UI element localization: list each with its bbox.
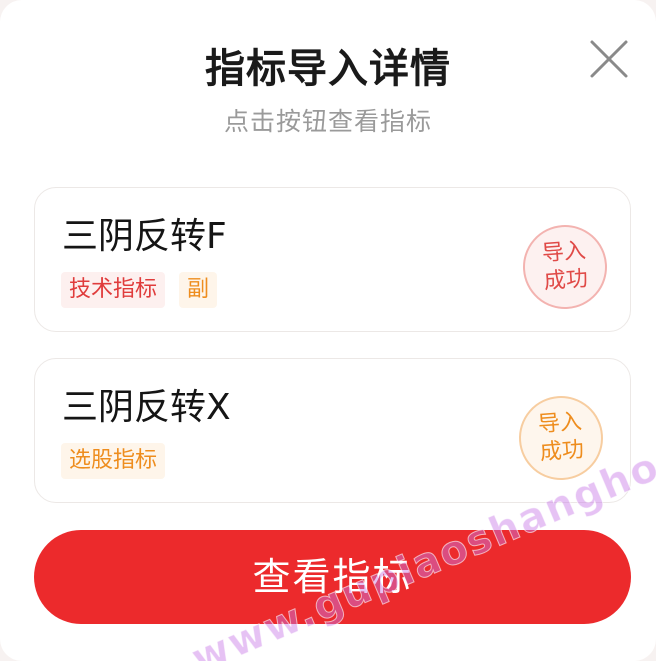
stamp-line-1: 导入 bbox=[537, 409, 583, 438]
import-details-dialog: 指标导入详情 点击按钮查看指标 三阴反转F 技术指标 副 导入 成功 三阴反转X… bbox=[0, 0, 656, 661]
close-icon[interactable] bbox=[588, 38, 630, 80]
import-success-stamp: 导入 成功 bbox=[516, 393, 606, 483]
stamp-line-2: 成功 bbox=[539, 437, 585, 466]
indicator-card: 三阴反转F 技术指标 副 导入 成功 bbox=[34, 187, 631, 332]
indicator-name: 三阴反转F bbox=[62, 216, 227, 257]
dialog-title: 指标导入详情 bbox=[205, 46, 451, 92]
import-success-stamp: 导入 成功 bbox=[520, 222, 610, 312]
stamp-line-2: 成功 bbox=[543, 266, 589, 295]
indicator-position-tag: 副 bbox=[179, 272, 218, 308]
indicator-tags: 选股指标 bbox=[61, 443, 166, 479]
stamp-line-1: 导入 bbox=[541, 238, 587, 267]
indicator-card: 三阴反转X 选股指标 导入 成功 bbox=[34, 358, 631, 503]
view-indicators-button[interactable]: 查看指标 bbox=[34, 530, 631, 624]
indicator-type-tag: 选股指标 bbox=[61, 443, 166, 479]
indicator-tags: 技术指标 副 bbox=[61, 272, 218, 308]
dialog-subtitle: 点击按钮查看指标 bbox=[223, 107, 432, 136]
indicator-type-tag: 技术指标 bbox=[61, 272, 166, 308]
indicator-name: 三阴反转X bbox=[62, 387, 231, 428]
